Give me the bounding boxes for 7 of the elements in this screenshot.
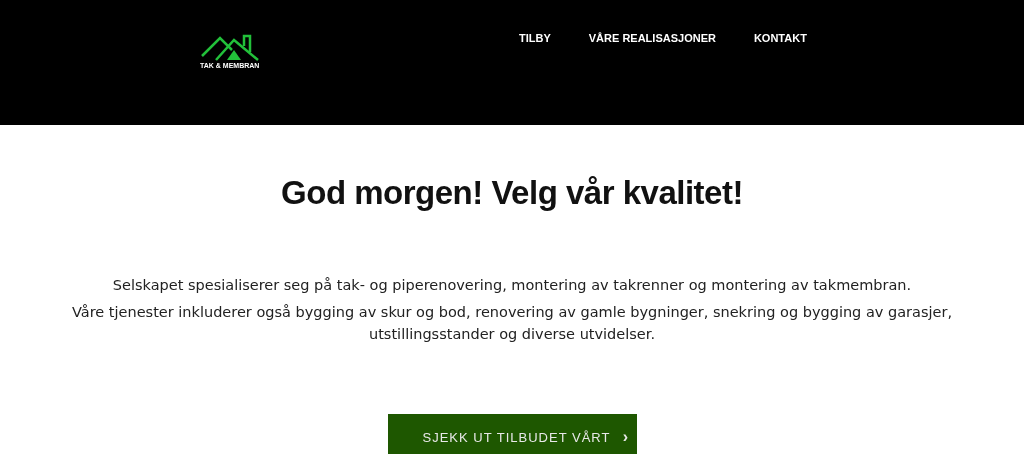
offer-button[interactable]: SJEKK UT TILBUDET VÅRT › [387, 413, 637, 454]
nav-link[interactable]: KONTAKT [753, 30, 807, 125]
paragraph: Våre tjenester inkluderer også bygging av skur og bod, renovering av gamle bygninger, snekring og bygging av garasjer, utstillingsstander og diverse utvidelser. [71, 303, 953, 345]
page-heading: God morgen! Velg vår kvalitet! [280, 173, 744, 213]
paragraph: Selskapet spesialiserer seg på tak- og piperenovering, montering av takrenner og montering av takmembran. [111, 275, 913, 295]
nav-link[interactable]: VÅRE REALISASJONER [588, 30, 716, 125]
nav-link[interactable]: TILBY [519, 30, 551, 125]
